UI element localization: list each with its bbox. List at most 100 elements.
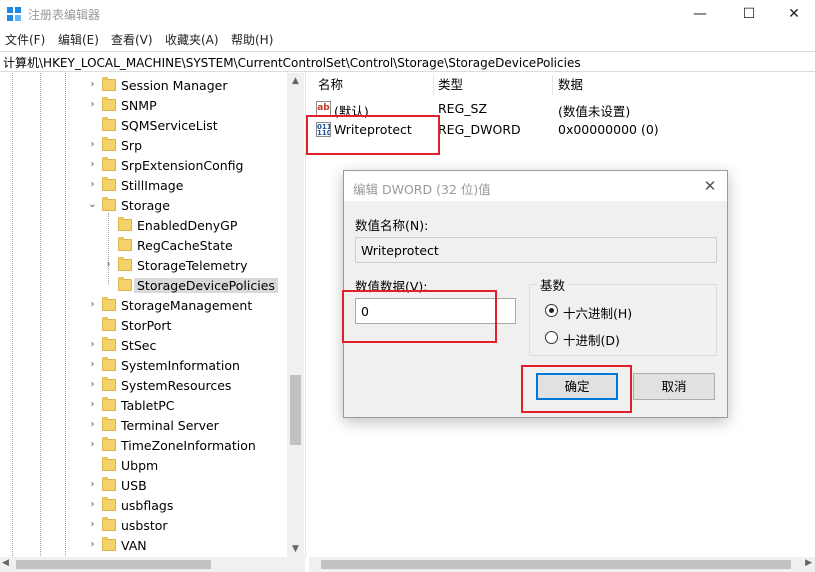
menu-help[interactable]: 帮助(H) — [231, 31, 273, 48]
scroll-thumb[interactable] — [290, 375, 301, 445]
menu-edit[interactable]: 编辑(E) — [58, 31, 99, 48]
expand-arrow-icon[interactable]: › — [88, 399, 97, 411]
tree-item-stillimage[interactable]: › StillImage — [0, 175, 288, 195]
expand-arrow-icon[interactable]: › — [88, 479, 97, 491]
expand-arrow-icon[interactable]: › — [88, 139, 97, 151]
scroll-thumb[interactable] — [321, 560, 791, 569]
tree-horizontal-scrollbar[interactable]: ◀ — [0, 557, 305, 572]
dialog-close-icon[interactable]: ✕ — [699, 175, 721, 197]
value-name-label: 数值名称(N): — [355, 218, 429, 233]
menu-bar: 文件(F) 编辑(E) 查看(V) 收藏夹(A) 帮助(H) — [0, 29, 815, 49]
folder-icon — [102, 397, 116, 411]
radio-hex-label: 十六进制(H) — [563, 306, 633, 321]
expand-arrow-icon[interactable]: › — [88, 379, 97, 391]
maximize-button[interactable]: ☐ — [726, 0, 772, 28]
scroll-down-icon[interactable]: ▼ — [287, 541, 304, 558]
tree-item-snmp[interactable]: › SNMP — [0, 95, 288, 115]
window-title: 注册表编辑器 — [28, 8, 101, 22]
tree-item-stsec[interactable]: › StSec — [0, 335, 288, 355]
folder-icon — [102, 537, 116, 551]
value-data: (数值未设置) — [558, 104, 631, 119]
expand-arrow-icon — [88, 459, 97, 471]
tree-item-label: Session Manager — [121, 78, 228, 93]
expand-arrow-icon[interactable]: › — [88, 499, 97, 511]
expand-arrow-icon[interactable]: › — [88, 179, 97, 191]
tree-item-systeminformation[interactable]: › SystemInformation — [0, 355, 288, 375]
minimize-button[interactable]: — — [677, 0, 723, 28]
tree-item-label: Srp — [121, 138, 143, 153]
expand-arrow-icon[interactable]: › — [88, 439, 97, 451]
scroll-left-icon[interactable]: ◀ — [2, 558, 9, 568]
expand-arrow-icon — [104, 219, 113, 231]
tree-item-terminal-server[interactable]: › Terminal Server — [0, 415, 288, 435]
menu-view[interactable]: 查看(V) — [111, 31, 153, 48]
expand-arrow-icon[interactable]: › — [88, 299, 97, 311]
address-path[interactable]: 计算机\HKEY_LOCAL_MACHINE\SYSTEM\CurrentCon… — [3, 54, 581, 71]
ok-button[interactable]: 确定 — [536, 373, 618, 400]
tree-item-srpextensionconfig[interactable]: › SrpExtensionConfig — [0, 155, 288, 175]
expand-arrow-icon[interactable]: › — [88, 159, 97, 171]
folder-icon — [102, 477, 116, 491]
tree-item-tabletpc[interactable]: › TabletPC — [0, 395, 288, 415]
expand-arrow-icon — [88, 319, 97, 331]
tree-item-sqmservicelist[interactable]: SQMServiceList — [0, 115, 288, 135]
tree-item-regcachestate[interactable]: RegCacheState — [0, 235, 288, 255]
expand-arrow-icon[interactable]: › — [104, 259, 113, 271]
expand-arrow-icon[interactable]: › — [88, 359, 97, 371]
value-row-writeprotect[interactable]: 011 110 Writeprotect REG_DWORD 0x0000000… — [309, 119, 815, 140]
tree-item-usb[interactable]: › USB — [0, 475, 288, 495]
cancel-button[interactable]: 取消 — [633, 373, 715, 400]
list-horizontal-scrollbar[interactable]: ▶ — [309, 557, 815, 572]
regedit-icon — [7, 7, 21, 21]
scroll-up-icon[interactable]: ▲ — [287, 73, 304, 90]
menu-favorites[interactable]: 收藏夹(A) — [165, 31, 219, 48]
tree-item-enableddenygp[interactable]: EnabledDenyGP — [0, 215, 288, 235]
tree-item-storport[interactable]: StorPort — [0, 315, 288, 335]
tree-item-srp[interactable]: › Srp — [0, 135, 288, 155]
close-button[interactable]: ✕ — [771, 0, 815, 28]
tree-item-storage[interactable]: ⌄ Storage — [0, 195, 288, 215]
value-row-default[interactable]: ab (默认) REG_SZ (数值未设置) — [309, 98, 815, 119]
value-name: Writeprotect — [334, 122, 412, 137]
tree-item-van[interactable]: › VAN — [0, 535, 288, 555]
folder-open-icon — [102, 197, 116, 211]
tree-item-ubpm[interactable]: Ubpm — [0, 455, 288, 475]
tree-item-storagedevicepolicies[interactable]: StorageDevicePolicies — [0, 275, 288, 295]
tree-vertical-scrollbar[interactable]: ▲ ▼ — [287, 73, 304, 558]
scroll-right-icon[interactable]: ▶ — [805, 558, 812, 568]
address-bar[interactable]: 计算机\HKEY_LOCAL_MACHINE\SYSTEM\CurrentCon… — [0, 51, 815, 72]
folder-icon — [102, 317, 116, 331]
radio-unchecked-icon[interactable] — [545, 331, 558, 344]
value-name: (默认) — [334, 104, 369, 119]
folder-icon — [102, 337, 116, 351]
column-header-data[interactable]: 数据 — [558, 73, 583, 97]
expand-arrow-icon[interactable]: › — [88, 419, 97, 431]
expand-arrow-icon[interactable]: › — [88, 539, 97, 551]
tree-item-systemresources[interactable]: › SystemResources — [0, 375, 288, 395]
expand-arrow-icon[interactable]: › — [88, 339, 97, 351]
radio-dec-label: 十进制(D) — [563, 333, 620, 348]
folder-icon — [118, 257, 132, 271]
tree-item-storagetelemetry[interactable]: › StorageTelemetry — [0, 255, 288, 275]
expand-arrow-icon[interactable]: › — [88, 519, 97, 531]
value-data-field[interactable] — [355, 298, 516, 324]
dialog-title-bar: 编辑 DWORD (32 位)值 ✕ — [344, 171, 727, 201]
tree-item-label: StillImage — [121, 178, 184, 193]
tree-item-session-manager[interactable]: › Session Manager — [0, 75, 288, 95]
folder-icon — [102, 177, 116, 191]
tree-item-timezoneinformation[interactable]: › TimeZoneInformation — [0, 435, 288, 455]
value-data-label: 数值数据(V): — [355, 279, 428, 294]
radio-checked-icon[interactable] — [545, 304, 558, 317]
tree-item-usbstor[interactable]: › usbstor — [0, 515, 288, 535]
menu-file[interactable]: 文件(F) — [5, 31, 45, 48]
tree-item-label: VAN — [121, 538, 147, 553]
key-tree: › Session Manager › SNMP SQMServiceList … — [0, 73, 305, 558]
column-header-type[interactable]: 类型 — [438, 73, 463, 97]
tree-item-usbflags[interactable]: › usbflags — [0, 495, 288, 515]
expand-arrow-icon[interactable]: › — [88, 99, 97, 111]
column-header-name[interactable]: 名称 — [318, 73, 343, 97]
tree-item-storagemanagement[interactable]: › StorageManagement — [0, 295, 288, 315]
expand-arrow-icon[interactable]: › — [88, 79, 97, 91]
scroll-thumb[interactable] — [16, 560, 211, 569]
collapse-arrow-icon[interactable]: ⌄ — [88, 199, 97, 211]
